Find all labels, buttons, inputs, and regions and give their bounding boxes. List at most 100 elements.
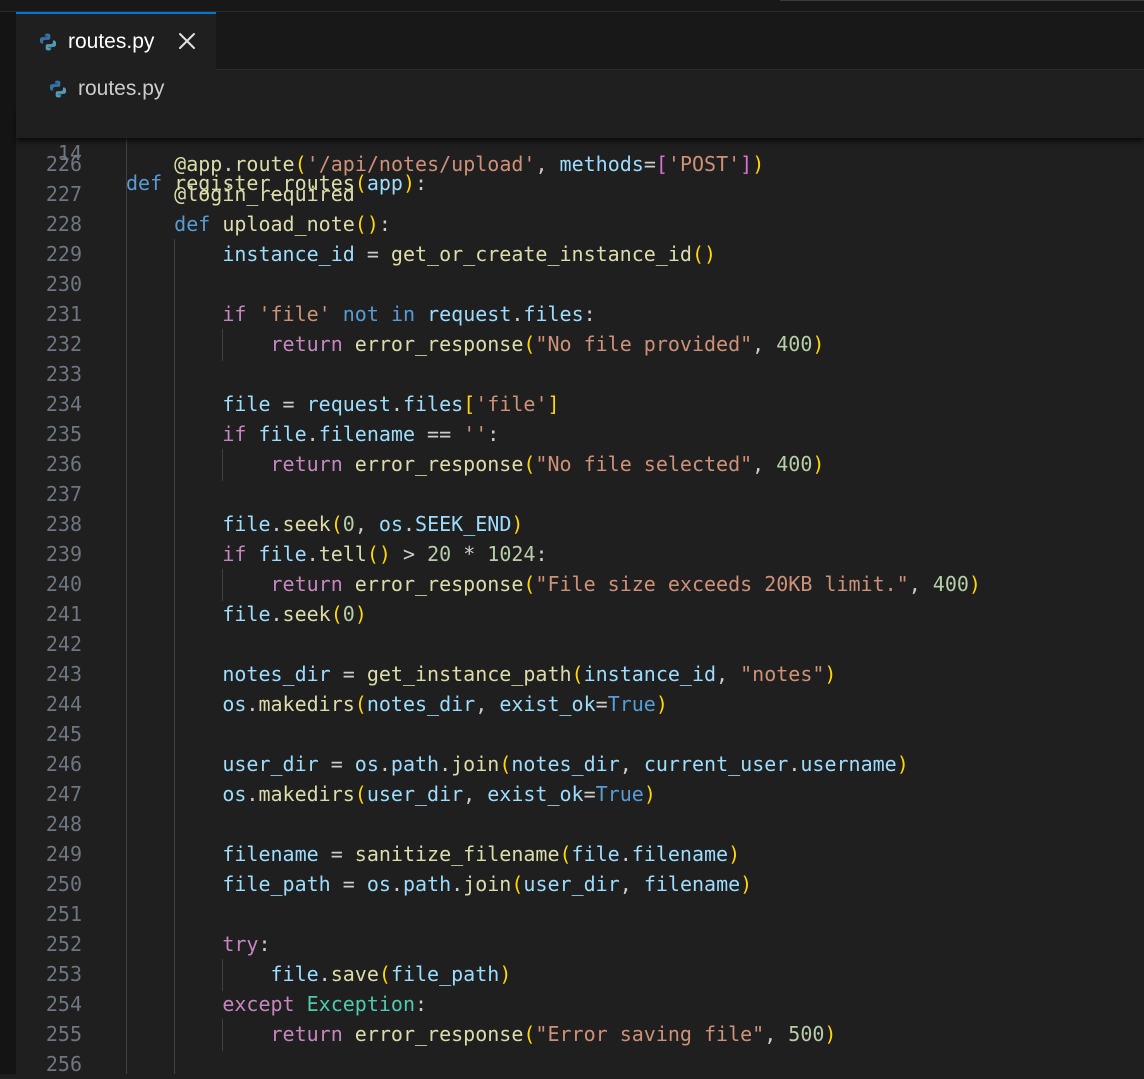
sticky-scroll-header[interactable]: 14 def register_routes(app):	[16, 108, 1144, 195]
line-code: except Exception:	[222, 992, 428, 1016]
line-code: if file.filename == '':	[222, 422, 500, 446]
code-line[interactable]: 234 file = request.files['file']	[16, 389, 1144, 419]
code-line[interactable]: 236 return error_response("No file selec…	[16, 449, 1144, 479]
line-number: 240	[45, 572, 82, 596]
editor-left-edge	[0, 70, 16, 1074]
code-line[interactable]: 231 if 'file' not in request.files:	[16, 299, 1144, 329]
code-line[interactable]: 239 if file.tell() > 20 * 1024:	[16, 539, 1144, 569]
code-line[interactable]: 232 return error_response("No file provi…	[16, 329, 1144, 359]
indent-guide	[126, 138, 127, 1074]
code-line[interactable]: 248	[16, 809, 1144, 839]
line-number: 231	[45, 302, 82, 326]
line-number: 235	[45, 422, 82, 446]
breadcrumb: routes.py	[0, 70, 1144, 1074]
code-line[interactable]: 252 try:	[16, 929, 1144, 959]
line-number: 233	[45, 362, 82, 386]
line-number: 253	[45, 962, 82, 986]
line-code: file.save(file_path)	[270, 962, 512, 986]
line-code: return error_response("No file provided"…	[270, 332, 825, 356]
code-line[interactable]: 235 if file.filename == '':	[16, 419, 1144, 449]
line-code: filename = sanitize_filename(file.filena…	[222, 842, 741, 866]
code-line[interactable]: 240 return error_response("File size exc…	[16, 569, 1144, 599]
line-number: 256	[45, 1052, 82, 1076]
line-code: if file.tell() > 20 * 1024:	[222, 542, 548, 566]
line-code: os.makedirs(notes_dir, exist_ok=True)	[222, 692, 668, 716]
line-number: 229	[45, 242, 82, 266]
indent-guide	[222, 449, 223, 481]
window-top-strip	[0, 0, 1144, 12]
code-line[interactable]: 253 file.save(file_path)	[16, 959, 1144, 989]
code-line[interactable]: 242	[16, 629, 1144, 659]
indent-guide	[222, 1019, 223, 1051]
indent-guide	[174, 239, 175, 1074]
code-line[interactable]: 233	[16, 359, 1144, 389]
line-code: return error_response("File size exceeds…	[270, 572, 981, 596]
line-code: notes_dir = get_instance_path(instance_i…	[222, 662, 837, 686]
code-line[interactable]: 228 def upload_note():	[16, 209, 1144, 239]
code-line[interactable]: 241 file.seek(0)	[16, 599, 1144, 629]
line-code: file.seek(0)	[222, 602, 367, 626]
line-number: 230	[45, 272, 82, 296]
indent-guide	[222, 959, 223, 991]
line-code: file = request.files['file']	[222, 392, 560, 416]
line-code: return error_response("No file selected"…	[270, 452, 825, 476]
breadcrumb-file[interactable]: routes.py	[78, 77, 164, 101]
indent-guide	[222, 569, 223, 601]
line-number: 248	[45, 812, 82, 836]
code-line[interactable]: 238 file.seek(0, os.SEEK_END)	[16, 509, 1144, 539]
sticky-line[interactable]: 14 def register_routes(app):	[16, 108, 1144, 195]
line-code: file.seek(0, os.SEEK_END)	[222, 512, 524, 536]
line-number: 246	[45, 752, 82, 776]
line-number: 237	[45, 482, 82, 506]
indent-guide	[222, 329, 223, 361]
python-icon	[38, 32, 58, 52]
code-line[interactable]: 245	[16, 719, 1144, 749]
line-number: 244	[45, 692, 82, 716]
line-code: return error_response("Error saving file…	[270, 1022, 837, 1046]
top-scroll-hint	[780, 0, 1144, 1]
code-line[interactable]: 237	[16, 479, 1144, 509]
line-code: def upload_note():	[174, 212, 391, 236]
line-number: 254	[45, 992, 82, 1016]
line-number: 236	[45, 452, 82, 476]
line-code: file_path = os.path.join(user_dir, filen…	[222, 872, 753, 896]
line-number: 247	[45, 782, 82, 806]
code-line[interactable]: 230	[16, 269, 1144, 299]
code-line[interactable]: 250 file_path = os.path.join(user_dir, f…	[16, 869, 1144, 899]
line-number: 245	[45, 722, 82, 746]
line-number: 251	[45, 902, 82, 926]
tab-title: routes.py	[68, 30, 155, 53]
line-code: os.makedirs(user_dir, exist_ok=True)	[222, 782, 656, 806]
code-line[interactable]: 243 notes_dir = get_instance_path(instan…	[16, 659, 1144, 689]
code-line[interactable]: 247 os.makedirs(user_dir, exist_ok=True)	[16, 779, 1144, 809]
line-number: 252	[45, 932, 82, 956]
code-line[interactable]: 249 filename = sanitize_filename(file.fi…	[16, 839, 1144, 869]
line-code: if 'file' not in request.files:	[222, 302, 596, 326]
code-line[interactable]: 244 os.makedirs(notes_dir, exist_ok=True…	[16, 689, 1144, 719]
python-icon	[48, 79, 68, 99]
line-number: 241	[45, 602, 82, 626]
line-code: instance_id = get_or_create_instance_id(…	[222, 242, 717, 266]
line-number: 243	[45, 662, 82, 686]
line-number: 232	[45, 332, 82, 356]
code-line[interactable]: 251	[16, 899, 1144, 929]
line-code: try:	[222, 932, 271, 956]
line-number: 255	[45, 1022, 82, 1046]
close-icon[interactable]	[172, 26, 202, 56]
code-line[interactable]: 246 user_dir = os.path.join(notes_dir, c…	[16, 749, 1144, 779]
line-number: 238	[45, 512, 82, 536]
line-number: 249	[45, 842, 82, 866]
code-line[interactable]: 255 return error_response("Error saving …	[16, 1019, 1144, 1049]
tab-bar: routes.py	[0, 12, 1144, 70]
tab-routes-py[interactable]: routes.py	[16, 12, 216, 70]
line-number: 234	[45, 392, 82, 416]
line-code: user_dir = os.path.join(notes_dir, curre…	[222, 752, 909, 776]
line-number: 250	[45, 872, 82, 896]
line-number: 239	[45, 542, 82, 566]
code-line[interactable]: 229 instance_id = get_or_create_instance…	[16, 239, 1144, 269]
code-line[interactable]: 256	[16, 1049, 1144, 1079]
sticky-line-number: 14	[57, 141, 82, 165]
sticky-line-code: def register_routes(app):	[126, 171, 428, 195]
code-line[interactable]: 254 except Exception:	[16, 989, 1144, 1019]
tab-bar-left-edge	[0, 12, 16, 70]
